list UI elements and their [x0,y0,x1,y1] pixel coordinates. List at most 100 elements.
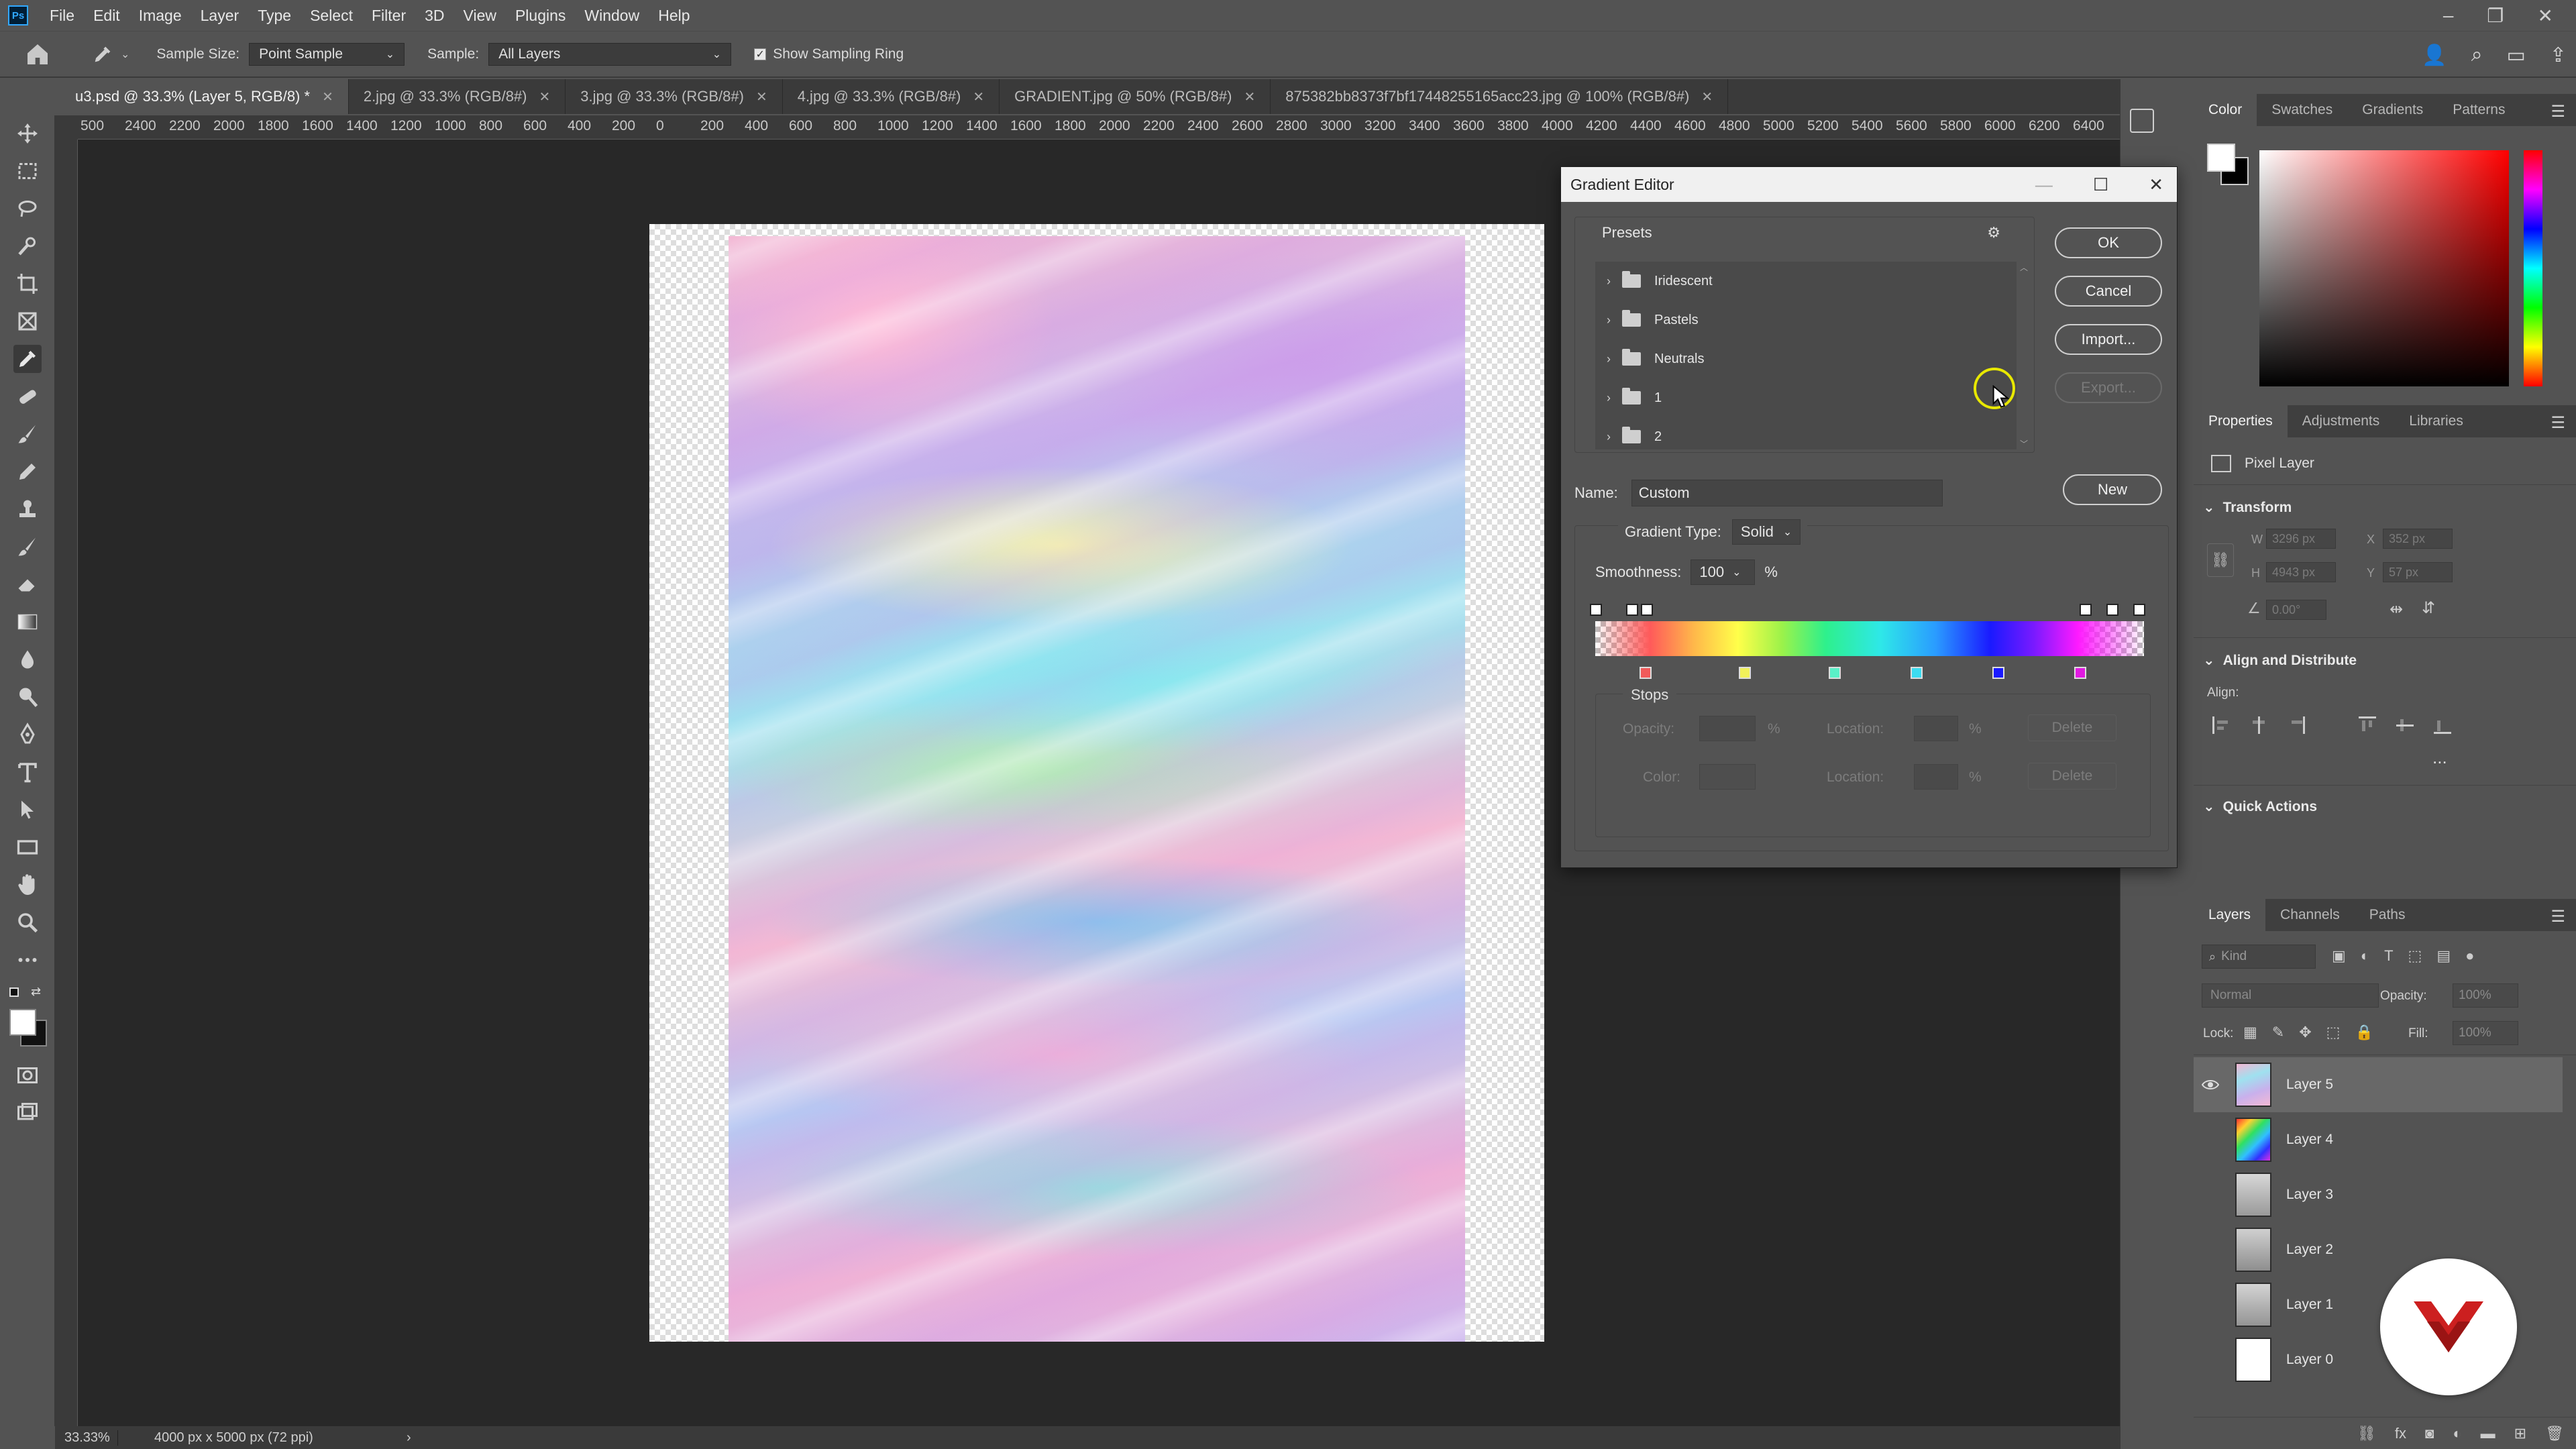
menu-plugins[interactable]: Plugins [506,7,575,25]
move-tool-icon[interactable] [13,119,42,148]
layer-row[interactable]: Layer 3 [2194,1167,2563,1222]
eraser-tool-icon[interactable] [13,570,42,598]
align-middle-icon[interactable] [2396,716,2414,734]
trash-icon[interactable]: 🗑 [2545,1425,2564,1442]
fill-field[interactable]: 100% [2453,1021,2518,1045]
opacity-stop[interactable] [1590,604,1602,616]
color-stop[interactable] [2074,667,2086,679]
gradient-name-input[interactable]: Custom [1631,480,1943,506]
healing-brush-tool-icon[interactable] [13,382,42,411]
stop-color-swatch[interactable] [1699,764,1756,790]
align-left-icon[interactable] [2212,716,2230,734]
presets-scrollbar[interactable]: ︿ ﹀ [2019,262,2029,449]
tab-paths[interactable]: Paths [2355,899,2420,931]
add-mask-icon[interactable]: ◙ [2425,1425,2434,1442]
close-tab-icon[interactable]: ✕ [973,89,984,105]
visibility-toggle[interactable] [2194,1296,2227,1313]
menu-layer[interactable]: Layer [191,7,249,25]
opacity-stop[interactable] [1641,604,1653,616]
zoom-level[interactable]: 33.33% [55,1430,118,1446]
panel-menu-icon[interactable]: ☰ [2551,102,2565,121]
share-icon[interactable]: ⇪ [2550,44,2567,67]
color-location-field[interactable] [1914,764,1958,790]
layer-row[interactable]: Layer 5 [2194,1057,2563,1112]
chevron-right-icon[interactable]: › [1595,274,1622,288]
lock-artboard-icon[interactable]: ⬚ [2326,1024,2341,1041]
smoothness-field[interactable]: 100 ⌄ [1690,559,1756,585]
eyedropper-tool-icon[interactable] [13,345,42,373]
frame-tool-icon[interactable] [13,307,42,335]
import-button[interactable]: Import... [2055,324,2162,355]
tab-adjustments[interactable]: Adjustments [2288,405,2395,437]
foreground-swatch[interactable] [2207,144,2235,172]
layer-row[interactable]: Layer 4 [2194,1112,2563,1167]
document-info[interactable]: 4000 px x 5000 px (72 ppi) [118,1430,407,1446]
menu-help[interactable]: Help [649,7,699,25]
close-tab-icon[interactable]: ✕ [1244,89,1255,105]
layer-name[interactable]: Layer 3 [2286,1187,2333,1203]
tab-properties[interactable]: Properties [2194,405,2288,437]
document-tab[interactable]: GRADIENT.jpg @ 50% (RGB/8#) ✕ [1000,79,1271,114]
pencil-tool-icon[interactable] [13,458,42,486]
foreground-color-swatch[interactable] [9,1009,36,1036]
document-tab[interactable]: u3.psd @ 33.3% (Layer 5, RGB/8) * ✕ [60,79,349,114]
document-tab[interactable]: 4.jpg @ 33.3% (RGB/8#) ✕ [783,79,1000,114]
menu-edit[interactable]: Edit [84,7,129,25]
menu-filter[interactable]: Filter [362,7,415,25]
hand-tool-icon[interactable] [13,871,42,899]
visibility-toggle[interactable] [2194,1351,2227,1368]
layer-thumbnail[interactable] [2235,1173,2271,1217]
crop-tool-icon[interactable] [13,270,42,298]
gradient-tool-icon[interactable] [13,608,42,636]
ok-button[interactable]: OK [2055,227,2162,258]
document-canvas[interactable] [649,224,1544,1342]
menu-window[interactable]: Window [575,7,649,25]
blur-tool-icon[interactable] [13,645,42,674]
menu-3d[interactable]: 3D [415,7,453,25]
preset-folder[interactable]: › Iridescent [1595,262,1713,301]
layer-thumbnail[interactable] [2235,1118,2271,1162]
restore-icon[interactable]: ❐ [2487,5,2504,27]
dodge-tool-icon[interactable] [13,683,42,711]
scroll-down-icon[interactable]: ﹀ [2019,438,2029,449]
chevron-right-icon[interactable]: › [1595,313,1622,327]
layer-name[interactable]: Layer 1 [2286,1297,2333,1313]
lock-all-icon[interactable]: 🔒 [2355,1024,2373,1041]
menu-file[interactable]: File [40,7,84,25]
color-stop[interactable] [1829,667,1841,679]
gradient-preview-bar[interactable] [1595,621,2144,656]
layer-row[interactable]: Layer 2 [2194,1222,2563,1277]
filter-adjustment-icon[interactable]: ◐ [2361,947,2369,965]
cancel-button[interactable]: Cancel [2055,276,2162,307]
flip-horizontal-icon[interactable]: ⇹ [2390,600,2403,619]
type-tool-icon[interactable] [13,758,42,786]
history-panel-icon[interactable] [2130,109,2154,133]
marquee-tool-icon[interactable] [13,157,42,185]
color-field[interactable] [2259,150,2509,386]
new-button[interactable]: New [2063,474,2162,505]
color-stop[interactable] [1640,667,1652,679]
align-right-icon[interactable] [2288,716,2305,734]
filter-type-icon[interactable]: T [2384,947,2393,965]
more-tools-icon[interactable] [13,946,42,974]
menu-select[interactable]: Select [301,7,362,25]
link-dimensions-icon[interactable]: ⛓ [2207,543,2234,577]
workspace-icon[interactable]: ▭ [2507,44,2526,67]
close-tab-icon[interactable]: ✕ [756,89,767,105]
adjustment-layer-icon[interactable]: ◐ [2453,1425,2461,1442]
flip-vertical-icon[interactable]: ⇵ [2422,598,2435,618]
align-bottom-icon[interactable] [2434,716,2451,734]
tab-libraries[interactable]: Libraries [2394,405,2478,437]
delete-color-stop-button[interactable]: Delete [2028,763,2116,790]
filter-shape-icon[interactable]: ⬚ [2408,947,2422,965]
dialog-minimize-icon[interactable]: — [2035,174,2053,195]
color-stop[interactable] [1911,667,1923,679]
preset-folder[interactable]: › 2 [1595,417,1662,456]
width-field[interactable]: 3296 px [2266,529,2336,549]
document-tab[interactable]: 875382bb8373f7bf17448255165acc23.jpg @ 1… [1271,79,1729,114]
export-button[interactable]: Export... [2055,372,2162,403]
dialog-title-bar[interactable]: Gradient Editor — ☐ ✕ [1561,167,2177,202]
lock-position-icon[interactable]: ✥ [2299,1024,2311,1041]
transform-section[interactable]: ⌄ Transform [2203,499,2292,516]
status-arrow-icon[interactable]: › [407,1430,411,1446]
